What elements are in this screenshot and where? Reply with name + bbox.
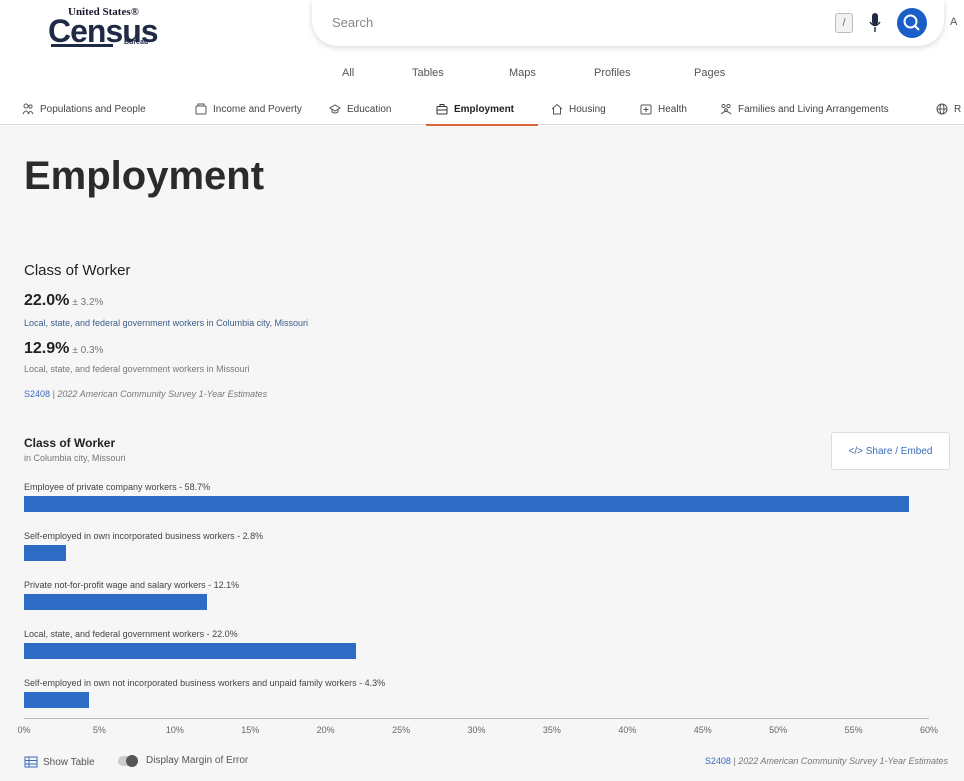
- topic-education[interactable]: Education: [329, 103, 391, 115]
- logo-underline: [51, 44, 113, 47]
- topic-housing[interactable]: Housing: [551, 103, 606, 115]
- topic-label: Income and Poverty: [213, 103, 302, 115]
- topic-nav: Populations and People Income and Povert…: [0, 95, 964, 125]
- search-button[interactable]: [897, 8, 927, 38]
- bar[interactable]: [24, 496, 910, 512]
- bar-label: Self-employed in own not incorporated bu…: [24, 678, 386, 688]
- show-table-label: Show Table: [43, 756, 95, 768]
- x-axis: [24, 718, 929, 719]
- topic-more[interactable]: R: [936, 103, 961, 115]
- toggle-switch[interactable]: [118, 754, 138, 767]
- topic-label: Employment: [454, 103, 515, 115]
- bar[interactable]: [24, 545, 67, 561]
- scope-tab-all[interactable]: All: [342, 67, 354, 79]
- x-tick-label: 35%: [542, 725, 561, 735]
- share-embed-button[interactable]: </> Share / Embed: [831, 432, 950, 470]
- x-tick-label: 10%: [165, 725, 184, 735]
- x-tick-label: 5%: [92, 725, 106, 735]
- topic-label: Education: [347, 103, 392, 115]
- x-tick-label: 15%: [241, 725, 260, 735]
- chart-source-table-link[interactable]: S2408: [705, 756, 731, 766]
- x-tick-label: 50%: [769, 725, 788, 735]
- topic-health[interactable]: Health: [640, 103, 687, 115]
- account-menu[interactable]: A: [950, 16, 957, 28]
- wallet-icon: [195, 103, 207, 115]
- bar[interactable]: [24, 643, 356, 659]
- scope-tab-profiles[interactable]: Profiles: [594, 67, 631, 79]
- bar-label: Employee of private company workers - 58…: [24, 482, 211, 492]
- x-tick-label: 55%: [844, 725, 863, 735]
- family-icon: [720, 103, 732, 115]
- health-icon: [640, 104, 652, 115]
- graduation-cap-icon: [329, 104, 341, 114]
- chart-source-text: 2022 American Community Survey 1-Year Es…: [738, 756, 948, 766]
- bar-label: Local, state, and federal government wor…: [24, 629, 238, 639]
- stat-city-description: Local, state, and federal government wor…: [24, 318, 308, 328]
- stat-city-value: 22.0% ± 3.2%: [24, 292, 103, 310]
- x-tick-label: 60%: [919, 725, 939, 735]
- topic-populations[interactable]: Populations and People: [22, 103, 146, 115]
- topic-label: R: [954, 103, 962, 115]
- topic-families[interactable]: Families and Living Arrangements: [720, 103, 889, 115]
- logo-bureau: Bureau: [124, 39, 149, 46]
- margin-of-error-toggle[interactable]: Display Margin of Error: [118, 754, 249, 767]
- bar[interactable]: [24, 594, 207, 610]
- bar[interactable]: [24, 692, 89, 708]
- topic-employment[interactable]: Employment: [436, 103, 514, 115]
- search-input[interactable]: Search: [332, 15, 373, 30]
- x-tick-label: 25%: [392, 725, 411, 735]
- stat-state-number: 12.9%: [24, 340, 70, 357]
- stat-source: S2408 | 2022 American Community Survey 1…: [24, 389, 268, 399]
- topic-label: Housing: [569, 103, 606, 115]
- stat-state-moe: ± 0.3%: [72, 345, 104, 356]
- stat-city-number: 22.0%: [24, 292, 70, 309]
- x-tick-label: 30%: [467, 725, 486, 735]
- scope-tab-pages[interactable]: Pages: [694, 67, 725, 79]
- stat-state-value: 12.9% ± 0.3%: [24, 340, 103, 358]
- chart-title: Class of Worker: [24, 436, 116, 450]
- bar-label: Private not-for-profit wage and salary w…: [24, 580, 240, 590]
- globe-icon: [936, 103, 948, 115]
- class-of-worker-title: Class of Worker: [24, 262, 131, 279]
- topic-income[interactable]: Income and Poverty: [195, 103, 302, 115]
- search-icon: [903, 14, 920, 31]
- x-tick-label: 45%: [693, 725, 712, 735]
- source-text: 2022 American Community Survey 1-Year Es…: [57, 389, 268, 399]
- x-tick-label: 0%: [17, 725, 31, 735]
- page-title: Employment: [24, 154, 265, 198]
- stat-city-moe: ± 3.2%: [72, 297, 104, 308]
- stat-state-description: Local, state, and federal government wor…: [24, 364, 250, 374]
- topic-label: Health: [658, 103, 687, 115]
- people-icon: [22, 103, 34, 115]
- x-tick-label: 20%: [316, 725, 335, 735]
- x-tick-label: 40%: [618, 725, 637, 735]
- scope-tab-tables[interactable]: Tables: [412, 67, 444, 79]
- topic-label: Populations and People: [40, 103, 146, 115]
- table-icon: [24, 756, 38, 768]
- house-icon: [551, 103, 563, 115]
- census-logo[interactable]: United States® Census Bureau: [48, 6, 173, 50]
- chart-subtitle: in Columbia city, Missouri: [24, 453, 126, 463]
- briefcase-icon: [436, 104, 448, 115]
- topic-label: Families and Living Arrangements: [738, 103, 889, 115]
- microphone-icon[interactable]: [868, 12, 882, 34]
- scope-tab-maps[interactable]: Maps: [509, 67, 536, 79]
- show-table-button[interactable]: Show Table: [24, 756, 95, 768]
- slash-shortcut-key: /: [835, 13, 853, 33]
- chart-source: S2408 | 2022 American Community Survey 1…: [704, 756, 948, 766]
- margin-of-error-label: Display Margin of Error: [146, 755, 249, 766]
- source-table-link[interactable]: S2408: [24, 389, 50, 399]
- bar-label: Self-employed in own incorporated busine…: [24, 531, 264, 541]
